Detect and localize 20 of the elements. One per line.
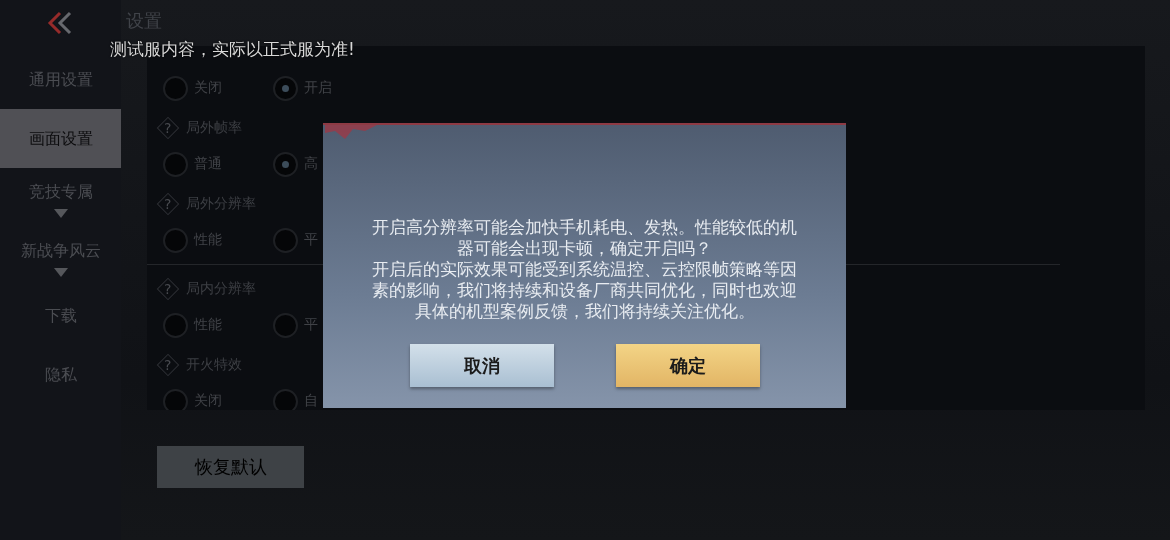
notice-text: 测试服内容，实际以正式服为准! [110, 38, 355, 61]
radio-button[interactable] [273, 151, 298, 177]
cancel-button[interactable]: 取消 [409, 344, 554, 387]
radio-button[interactable] [163, 312, 188, 338]
radio-button[interactable] [163, 227, 188, 253]
corner-decoration [325, 125, 377, 141]
confirm-button[interactable]: 确定 [615, 344, 760, 387]
radio-button[interactable] [273, 227, 298, 253]
radio-button[interactable] [273, 312, 298, 338]
dialog-message: 开启高分辨率可能会加快手机耗电、发热。性能较低的机器可能会出现卡顿，确定开启吗？ [371, 217, 798, 259]
dialog-message: 开启后的实际效果可能受到系统温控、云控限帧策略等因素的影响，我们将持续和设备厂商共同优化，同时也欢迎具体的机型案例反馈，我们将持续关注优化。 [371, 259, 798, 322]
sidebar-item[interactable]: 下载 [0, 286, 121, 345]
radio-button[interactable] [273, 75, 298, 101]
radio-button[interactable] [163, 151, 188, 177]
radio-button[interactable] [273, 388, 298, 410]
sidebar-item[interactable]: 竞技专属 [0, 177, 121, 207]
restore-defaults-button[interactable]: 恢复默认 [157, 446, 304, 488]
sidebar-item[interactable]: 画面设置 [0, 109, 121, 168]
radio-button[interactable] [163, 75, 188, 101]
radio-button[interactable] [163, 388, 188, 410]
